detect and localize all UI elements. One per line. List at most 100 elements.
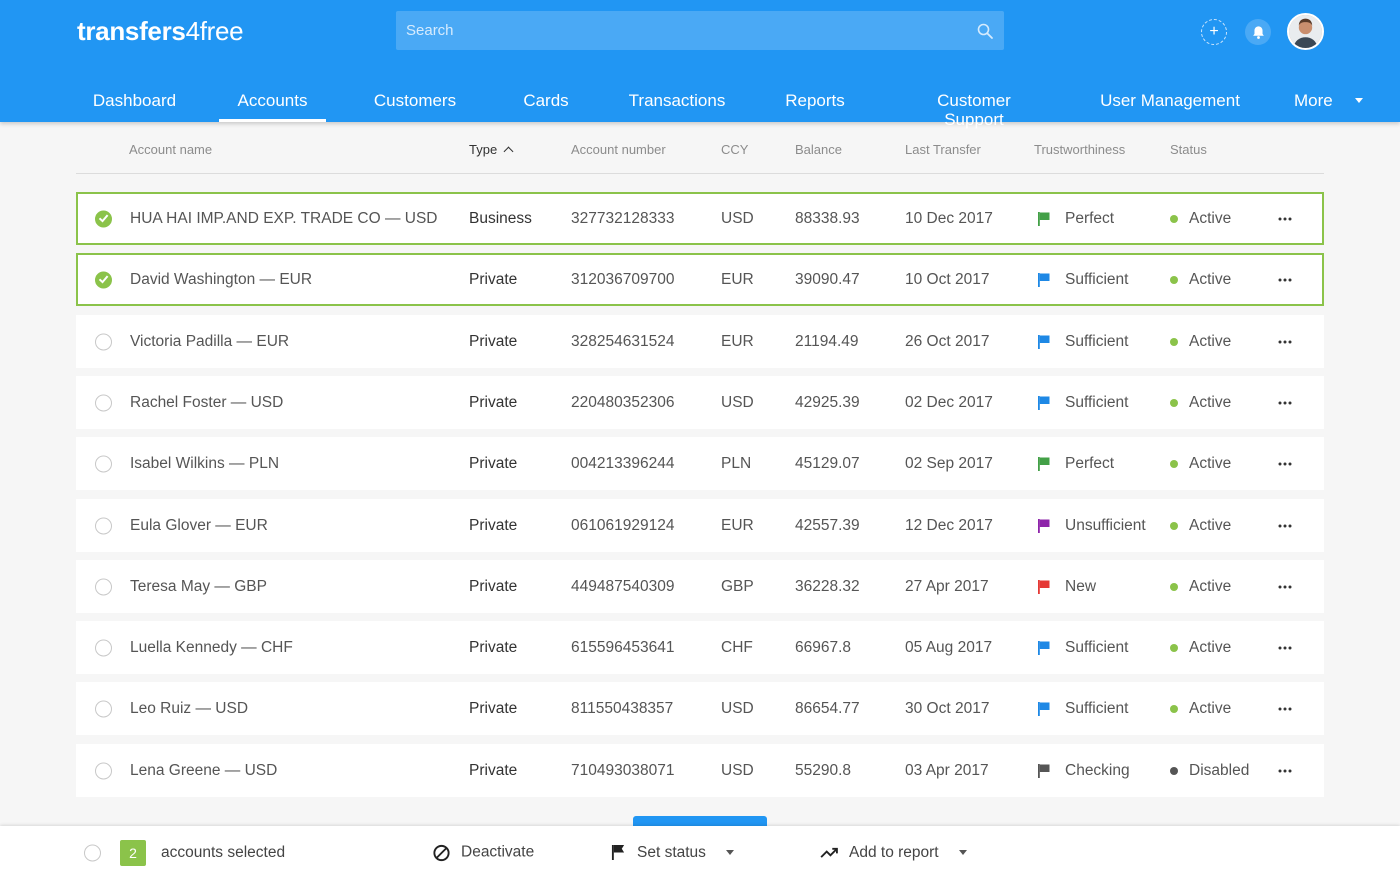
account-name[interactable]: Lena Greene — USD [130,762,277,780]
col-account-name[interactable]: Account name [129,142,212,157]
deactivate-button[interactable]: Deactivate [432,843,534,862]
nav-customers[interactable]: Customers [361,82,469,122]
table-row[interactable]: HUA HAI IMP.AND EXP. TRADE CO — USD Busin… [76,192,1324,245]
user-avatar[interactable] [1287,13,1324,50]
more-options-icon[interactable] [1278,212,1292,226]
last-transfer: 10 Dec 2017 [905,209,993,227]
account-type: Private [469,638,518,656]
nav-more[interactable]: More [1283,82,1373,122]
flag-icon [1037,763,1051,779]
account-name[interactable]: Luella Kennedy — CHF [130,639,293,657]
row-checkbox[interactable] [95,333,112,350]
add-button[interactable]: + [1201,19,1227,45]
more-options-icon[interactable] [1278,702,1292,716]
col-last-transfer[interactable]: Last Transfer [905,142,981,157]
balance: 88338.93 [795,209,860,227]
account-name[interactable]: Victoria Padilla — EUR [130,333,289,351]
notifications-button[interactable] [1245,19,1271,45]
status-text: Active [1189,577,1232,595]
main-nav: Dashboard Accounts Customers Cards Trans… [0,82,1400,129]
more-options-icon[interactable] [1278,396,1292,410]
table-row[interactable]: Eula Glover — EUR Private 061061929124 EUR 4… [76,499,1324,552]
row-checkbox[interactable] [95,639,112,656]
more-options-icon[interactable] [1278,580,1292,594]
currency: EUR [721,332,754,350]
nav-user-management[interactable]: User Management [1085,82,1255,122]
table-row[interactable]: Isabel Wilkins — PLN Private 004213396244 P… [76,437,1324,490]
account-name[interactable]: Leo Ruiz — USD [130,700,248,718]
account-name[interactable]: Isabel Wilkins — PLN [130,455,279,473]
trending-up-icon [820,847,838,858]
row-checkbox[interactable] [95,394,112,411]
more-options-icon[interactable] [1278,273,1292,287]
chevron-down-icon [958,850,967,855]
row-checkbox[interactable] [95,762,112,779]
nav-customer-support[interactable]: Customer Support [920,82,1028,129]
balance: 42925.39 [795,393,860,411]
table-row[interactable]: Teresa May — GBP Private 449487540309 GBP 36… [76,560,1324,613]
col-trustworthiness[interactable]: Trustworthiness [1034,142,1125,157]
table-row[interactable]: Rachel Foster — USD Private 220480352306 US… [76,376,1324,429]
search-input[interactable] [406,22,976,39]
account-type: Private [469,454,518,472]
trustworthiness: New [1065,577,1097,595]
currency: USD [721,761,754,779]
more-options-icon[interactable] [1278,457,1292,471]
row-checkbox[interactable] [95,700,112,717]
balance: 42557.39 [795,516,860,534]
row-checkbox[interactable] [95,578,112,595]
bell-icon [1252,25,1264,39]
nav-reports[interactable]: Reports [770,82,860,122]
more-options-icon[interactable] [1278,519,1292,533]
row-checkbox[interactable] [95,271,112,288]
more-options-icon[interactable] [1278,335,1292,349]
last-transfer: 27 Apr 2017 [905,577,989,595]
trustworthiness: Sufficient [1065,393,1129,411]
table-row[interactable]: David Washington — EUR Private 31203670970… [76,253,1324,306]
row-checkbox[interactable] [95,455,112,472]
table-row[interactable]: Victoria Padilla — EUR Private 32825463152… [76,315,1324,368]
table-row[interactable]: Leo Ruiz — USD Private 811550438357 USD 8665… [76,682,1324,735]
status-text: Active [1189,699,1232,717]
status-text: Active [1189,393,1232,411]
account-name[interactable]: Teresa May — GBP [130,578,267,596]
row-checkbox[interactable] [95,517,112,534]
trustworthiness: Sufficient [1065,332,1129,350]
more-options-icon[interactable] [1278,641,1292,655]
currency: USD [721,393,754,411]
col-status[interactable]: Status [1170,142,1207,157]
account-name[interactable]: Eula Glover — EUR [130,517,268,535]
balance: 45129.07 [795,454,860,472]
nav-cards[interactable]: Cards [520,82,572,122]
search-icon[interactable] [976,22,994,40]
add-to-report-dropdown[interactable]: Add to report [820,844,967,862]
nav-accounts[interactable]: Accounts [219,82,326,122]
col-type[interactable]: Type [469,142,514,157]
account-name[interactable]: David Washington — EUR [130,271,312,289]
nav-transactions[interactable]: Transactions [624,82,730,122]
account-name[interactable]: HUA HAI IMP.AND EXP. TRADE CO — USD [130,210,438,228]
col-ccy[interactable]: CCY [721,142,748,157]
brand-logo[interactable]: transfers4free [77,16,244,47]
last-transfer: 12 Dec 2017 [905,516,993,534]
table-row[interactable]: Lena Greene — USD Private 710493038071 USD 5… [76,744,1324,797]
status-dot [1170,704,1178,713]
select-all-checkbox[interactable] [84,844,101,861]
account-type: Private [469,516,518,534]
status-text: Active [1189,454,1232,472]
table-row[interactable]: Luella Kennedy — CHF Private 615596453641 C… [76,621,1324,674]
col-account-number[interactable]: Account number [571,142,666,157]
set-status-dropdown[interactable]: Set status [611,844,734,862]
block-icon [433,844,450,861]
currency: USD [721,209,754,227]
account-name[interactable]: Rachel Foster — USD [130,394,283,412]
col-balance[interactable]: Balance [795,142,842,157]
account-type: Private [469,699,518,717]
account-number: 811550438357 [571,699,674,717]
nav-dashboard[interactable]: Dashboard [77,82,192,122]
more-options-icon[interactable] [1278,764,1292,778]
status-dot [1170,214,1178,223]
selection-count: 2 accounts selected [120,839,285,866]
status-text: Disabled [1189,761,1250,779]
row-checkbox[interactable] [95,210,112,227]
